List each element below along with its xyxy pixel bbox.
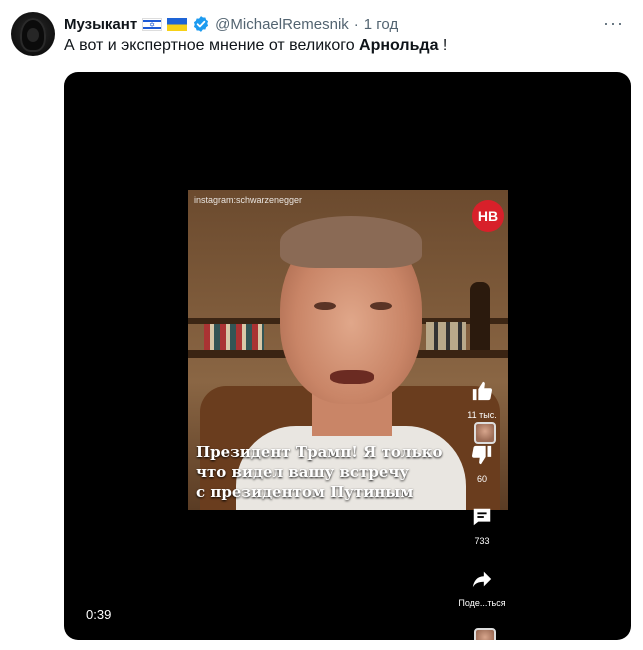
verified-badge-icon <box>194 16 209 32</box>
eye-shape <box>314 302 336 310</box>
tweet-timestamp[interactable]: 1 год <box>364 16 398 33</box>
caption-line: с президентом Путиным <box>196 483 414 501</box>
separator-dot: · <box>353 15 359 33</box>
share-button[interactable]: Поде...ться <box>458 568 506 608</box>
eye-shape <box>370 302 392 310</box>
avatar[interactable] <box>11 12 55 56</box>
dislike-button[interactable]: 60 <box>458 444 506 484</box>
like-button[interactable]: 11 тыс. <box>458 380 506 420</box>
user-handle[interactable]: @MichaelRemesnik <box>215 16 349 33</box>
caption-line: Президент Трамп! Я только <box>196 443 443 461</box>
thumb-down-icon <box>471 445 492 465</box>
statue-shape <box>470 282 490 352</box>
israel-flag-icon: ✡ <box>142 17 163 31</box>
tweet-text-bold: Арнольда <box>359 37 439 54</box>
share-arrow-icon <box>472 571 492 588</box>
video-player[interactable]: instagram:schwarzenegger НВ Президент Тр… <box>64 72 631 640</box>
books-shape-right <box>426 322 466 350</box>
comment-icon <box>473 508 491 526</box>
share-label: Поде...ться <box>458 598 506 608</box>
more-options-icon[interactable]: ··· <box>603 13 624 34</box>
tweet-text-part: А вот и экспертное мнение от великого <box>64 37 360 54</box>
instagram-watermark: instagram:schwarzenegger <box>194 195 303 205</box>
display-name[interactable]: Музыкант <box>64 16 137 33</box>
comment-button[interactable]: 733 <box>458 506 506 546</box>
thumb-up-icon <box>472 381 493 401</box>
video-caption: Президент Трамп! Я только что видел вашу… <box>196 442 496 502</box>
tweet-text: А вот и экспертное мнение от великого Ар… <box>64 37 447 55</box>
hair-shape <box>280 216 422 268</box>
tweet-header: Музыкант ✡ @MichaelRemesnik · 1 год <box>64 14 398 34</box>
books-shape <box>204 324 264 350</box>
tweet-text-end: ! <box>438 37 448 54</box>
avatar-face-shape <box>27 28 39 42</box>
video-duration: 0:39 <box>86 607 112 622</box>
comment-count: 733 <box>474 536 490 546</box>
like-count: 11 тыс. <box>467 410 497 420</box>
ukraine-flag-icon <box>167 17 188 31</box>
dislike-count: 60 <box>476 474 487 484</box>
caption-line: что видел вашу встречу <box>196 463 409 481</box>
mouth-shape <box>330 370 374 384</box>
viewer-avatar-thumbnail <box>474 422 496 444</box>
channel-thumbnail[interactable] <box>474 628 496 640</box>
channel-logo: НВ <box>472 200 504 232</box>
